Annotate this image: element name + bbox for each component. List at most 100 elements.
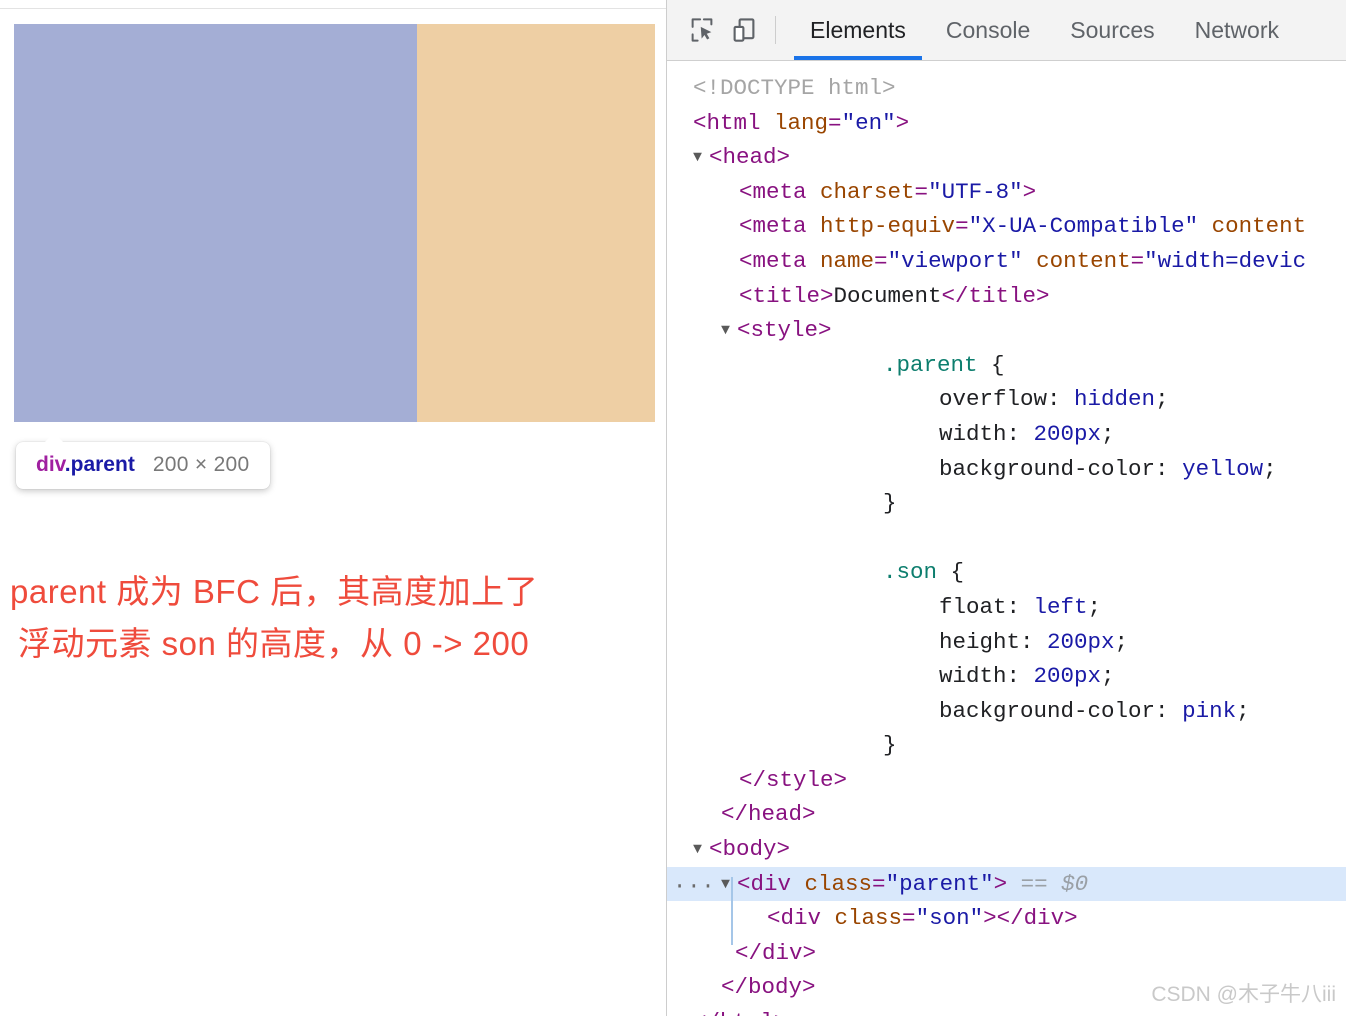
- parent-close-brace: }: [883, 490, 897, 517]
- tooltip-tag-name: div: [36, 453, 65, 476]
- head-tag-close: </head>: [721, 801, 816, 828]
- tab-sources[interactable]: Sources: [1050, 0, 1174, 60]
- parent-open-brace: {: [991, 351, 1005, 378]
- dom-node-head-close[interactable]: </head>: [667, 797, 1346, 832]
- tree-indent-guide: [731, 877, 733, 945]
- dom-node-doctype[interactable]: <!DOCTYPE html>: [667, 71, 1346, 106]
- parent-background-value: yellow: [1182, 455, 1264, 482]
- device-toolbar-icon: [733, 18, 755, 42]
- meta-tag-1: <meta: [739, 178, 807, 205]
- dom-node-meta-httpequiv[interactable]: <meta http-equiv="X-UA-Compatible" conte…: [667, 209, 1346, 244]
- style-tag-open: <style>: [737, 317, 832, 344]
- div-son-class-value: "son": [915, 905, 984, 932]
- css-decl-son-width: width: 200px;: [939, 663, 1115, 690]
- css-rule-parent-selector: .parent {: [667, 348, 1346, 383]
- div-parent-tag-open: <div: [737, 870, 792, 897]
- dom-node-style-open[interactable]: ▼ <style>: [667, 313, 1346, 348]
- div-son-tag-close: </div>: [996, 905, 1078, 932]
- title-tag-close: </title>: [941, 282, 1050, 309]
- meta-httpequiv-attr: http-equiv: [820, 213, 956, 240]
- selected-dollar-zero: $0: [1061, 870, 1089, 897]
- son-div-highlight-box: [14, 24, 417, 422]
- devtools-tabs: Elements Console Sources Network: [790, 0, 1299, 60]
- title-tag-open: <title>: [739, 282, 834, 309]
- son-background-value: pink: [1182, 697, 1237, 724]
- parent-twisty-icon[interactable]: ▼: [721, 868, 737, 902]
- tab-network-label: Network: [1194, 16, 1279, 43]
- body-tag-open: <body>: [709, 836, 791, 863]
- div-son-bracket: >: [983, 905, 997, 932]
- node-ellipsis-badge[interactable]: ···: [673, 870, 716, 902]
- meta-name-attr: name: [820, 247, 875, 274]
- devtools-toolbar: Elements Console Sources Network: [667, 0, 1346, 61]
- css-decl-parent-width: width: 200px;: [939, 420, 1115, 447]
- css-rule-son-selector: .son {: [667, 555, 1346, 590]
- tab-network[interactable]: Network: [1175, 0, 1299, 60]
- annotation-line-2: 浮动元素 son 的高度，从 0 -> 200: [18, 625, 530, 662]
- son-float-value: left: [1033, 593, 1088, 620]
- style-twisty-icon[interactable]: ▼: [721, 314, 737, 348]
- dom-node-head-open[interactable]: ▼ <head>: [667, 140, 1346, 175]
- meta-viewport-content-value: "width=devic: [1144, 247, 1307, 274]
- csdn-watermark: CSDN @木子牛八iii: [1151, 983, 1336, 1006]
- dom-node-div-son[interactable]: <div class="son"></div>: [667, 901, 1346, 936]
- html-tag-open: <html: [693, 109, 761, 136]
- doctype-text: <!DOCTYPE html>: [693, 75, 896, 101]
- css-decl-son-background: background-color: pink;: [939, 697, 1250, 724]
- son-width-prop: width: [939, 663, 1007, 690]
- toolbar-divider: [775, 16, 776, 44]
- div-parent-tag-close: </div>: [735, 939, 817, 966]
- tab-console[interactable]: Console: [926, 0, 1050, 60]
- body-twisty-icon[interactable]: ▼: [693, 833, 709, 867]
- son-close-brace: }: [883, 732, 897, 759]
- parent-width-prop: width: [939, 420, 1007, 447]
- css-decl-son-height: height: 200px;: [939, 628, 1129, 655]
- son-width-value: 200px: [1033, 663, 1102, 690]
- meta-charset-value: "UTF-8": [928, 178, 1023, 205]
- devtools-panel: Elements Console Sources Network <!DOCTY…: [666, 0, 1346, 1016]
- son-height-value: 200px: [1047, 628, 1115, 655]
- meta-tag-3: <meta: [739, 247, 807, 274]
- html-lang-value: "en": [841, 109, 896, 136]
- parent-background-prop: background-color: [939, 455, 1156, 482]
- div-parent-class-attr: class: [804, 870, 873, 897]
- html-lang-attr: lang: [774, 109, 829, 136]
- dom-node-body-open[interactable]: ▼ <body>: [667, 832, 1346, 867]
- head-tag-open: <head>: [709, 144, 791, 171]
- tooltip-element-name: div.parent: [36, 453, 135, 477]
- html-tag-bracket: >: [895, 109, 910, 136]
- meta-httpequiv-value: "X-UA-Compatible": [968, 213, 1199, 240]
- meta-name-value: "viewport": [887, 247, 1023, 274]
- dom-node-html-open[interactable]: <html lang="en">: [667, 106, 1346, 141]
- title-text: Document: [833, 282, 942, 309]
- dom-node-style-close[interactable]: </style>: [667, 763, 1346, 798]
- meta-viewport-content-attr: content: [1036, 247, 1131, 274]
- dom-node-div-parent-selected[interactable]: ··· ▼ <div class="parent"> == $0: [667, 866, 1346, 902]
- dom-node-div-parent-close[interactable]: </div>: [667, 936, 1346, 971]
- css-decl-parent-background: background-color: yellow;: [939, 455, 1277, 482]
- device-toolbar-button[interactable]: [723, 9, 765, 51]
- dom-node-title[interactable]: <title>Document</title>: [667, 279, 1346, 314]
- son-selector-text: .son: [883, 559, 938, 586]
- parent-selector-text: .parent: [883, 351, 978, 378]
- style-tag-close: </style>: [739, 766, 848, 793]
- dom-node-meta-viewport[interactable]: <meta name="viewport" content="width=dev…: [667, 244, 1346, 279]
- page-top-edge: [0, 0, 666, 9]
- head-twisty-icon[interactable]: ▼: [693, 141, 709, 175]
- tooltip-dimensions: 200 × 200: [152, 453, 250, 476]
- div-son-tag-open: <div: [767, 905, 822, 932]
- parent-width-value: 200px: [1033, 420, 1102, 447]
- body-tag-close: </body>: [721, 974, 816, 1001]
- element-inspect-tooltip: div.parent 200 × 200: [16, 433, 270, 489]
- div-parent-class-value: "parent": [885, 870, 994, 897]
- dom-node-meta-charset[interactable]: <meta charset="UTF-8">: [667, 175, 1346, 210]
- tab-sources-label: Sources: [1070, 16, 1155, 43]
- inspect-element-button[interactable]: [681, 9, 723, 51]
- tab-elements[interactable]: Elements: [790, 0, 926, 60]
- div-parent-bracket: >: [993, 870, 1008, 897]
- dom-tree[interactable]: <!DOCTYPE html> <html lang="en"> ▼ <head>…: [667, 61, 1346, 1016]
- son-open-brace: {: [950, 559, 965, 586]
- son-height-prop: height: [939, 628, 1021, 655]
- parent-overflow-prop: overflow: [939, 386, 1048, 413]
- css-decl-parent-overflow: overflow: hidden;: [939, 386, 1169, 413]
